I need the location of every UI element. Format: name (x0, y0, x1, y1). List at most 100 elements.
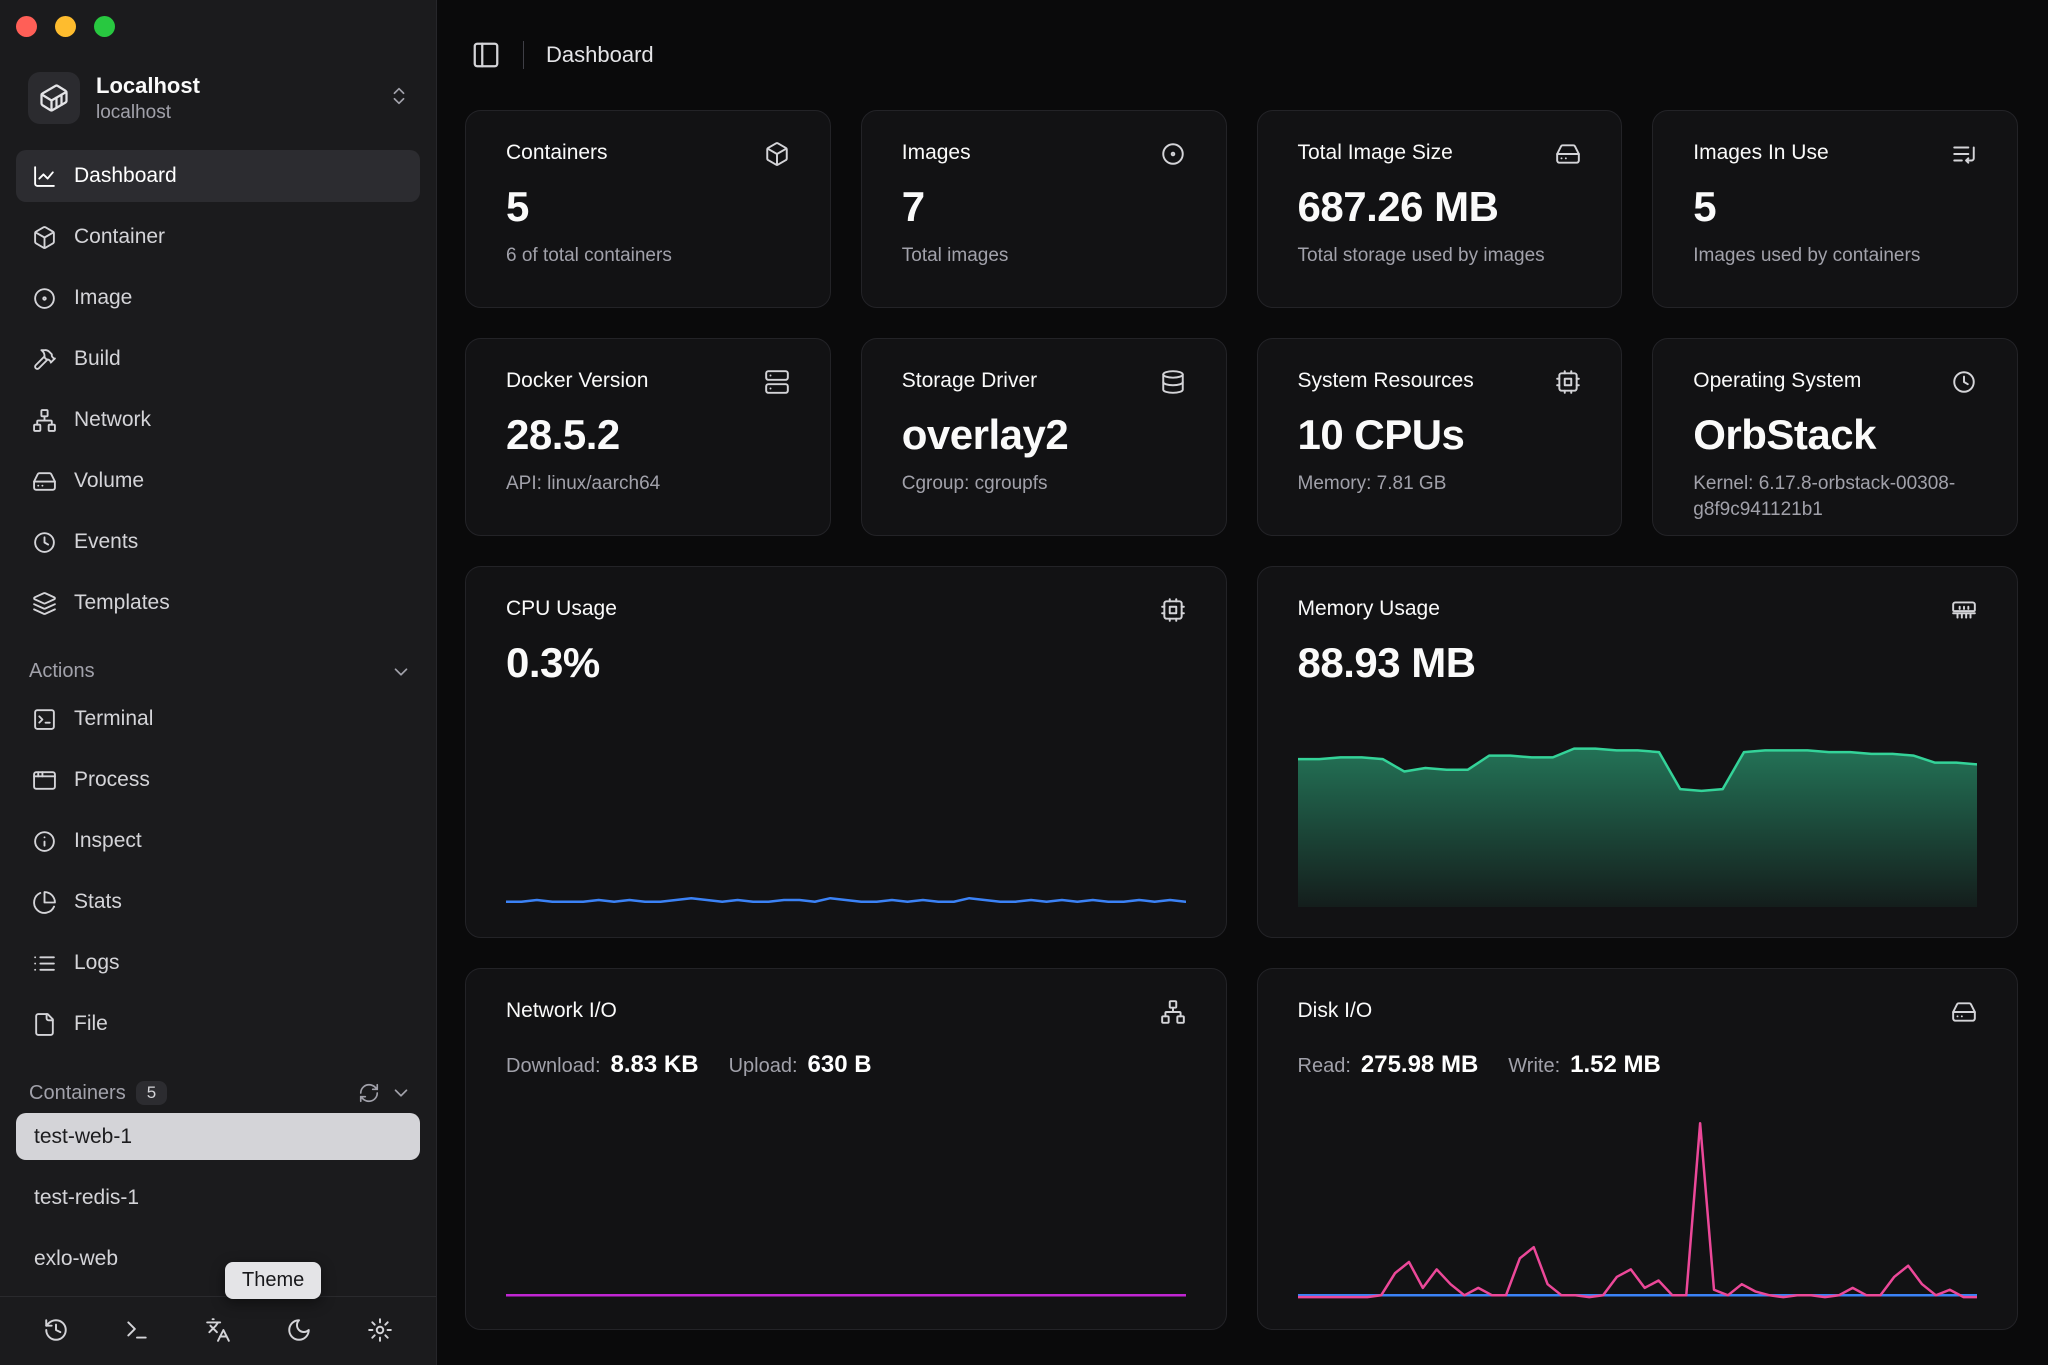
card-title: Storage Driver (902, 369, 1037, 393)
action-item-label: Inspect (74, 829, 142, 853)
main-content: Dashboard Containers 5 6 of total contai… (437, 0, 2048, 1365)
host-name: Localhost (96, 73, 200, 99)
host-selector[interactable]: Localhost localhost (0, 72, 436, 124)
action-item-label: Logs (74, 951, 120, 975)
clock-icon (32, 530, 57, 555)
sidebar-item-volume[interactable]: Volume (16, 455, 420, 507)
action-item-inspect[interactable]: Inspect (16, 815, 420, 867)
network-icon (1160, 999, 1186, 1025)
stat-value: 28.5.2 (506, 411, 790, 459)
memory-stick-icon (1951, 597, 1977, 623)
card-title: Docker Version (506, 369, 648, 393)
network-io-chart (506, 1114, 1186, 1299)
refresh-containers-button[interactable] (358, 1082, 380, 1104)
chevron-down-icon[interactable] (390, 661, 412, 683)
sidebar-item-dashboard[interactable]: Dashboard (16, 150, 420, 202)
theme-tooltip: Theme (225, 1262, 321, 1299)
disc-icon (32, 286, 57, 311)
stat-card-system-resources: System Resources 10 CPUs Memory: 7.81 GB (1257, 338, 1623, 536)
disk-io-chart (1298, 1114, 1978, 1299)
card-title: Images In Use (1693, 141, 1828, 165)
stat-subtitle: Kernel: 6.17.8-orbstack-00308-g8f9c94112… (1693, 471, 1977, 522)
sidebar-item-label: Network (74, 408, 151, 432)
action-item-label: File (74, 1012, 108, 1036)
history-button[interactable] (43, 1317, 69, 1343)
actions-nav: Terminal Process Inspect Stats Logs File (0, 693, 436, 1059)
containers-count-badge: 5 (136, 1081, 167, 1105)
stat-subtitle: Total storage used by images (1298, 243, 1582, 269)
sidebar-item-label: Events (74, 530, 138, 554)
settings-button[interactable] (367, 1317, 393, 1343)
stat-value: 10 CPUs (1298, 411, 1582, 459)
containers-collapse-button[interactable] (390, 1082, 412, 1104)
stat-subtitle: Total images (902, 243, 1186, 269)
terminal-button[interactable] (124, 1317, 150, 1343)
theme-toggle-button[interactable] (286, 1317, 312, 1343)
hard-drive-icon (1555, 141, 1581, 167)
close-window-button[interactable] (16, 16, 37, 37)
terminal-icon (124, 1317, 150, 1343)
panel-left-icon (471, 40, 501, 70)
square-terminal-icon (32, 707, 57, 732)
box-icon (32, 225, 57, 250)
stat-subtitle: Memory: 7.81 GB (1298, 471, 1582, 497)
toggle-sidebar-button[interactable] (471, 40, 501, 70)
action-item-terminal[interactable]: Terminal (16, 693, 420, 745)
sidebar-item-container[interactable]: Container (16, 211, 420, 263)
stat-subtitle: 6 of total containers (506, 243, 790, 269)
stat-value: overlay2 (902, 411, 1186, 459)
stat-card-containers: Containers 5 6 of total containers (465, 110, 831, 308)
io-chart-grid: Network I/O Download: 8.83 KB Upload: 63… (465, 968, 2018, 1330)
hammer-icon (32, 347, 57, 372)
stat-card-images-in-use: Images In Use 5 Images used by container… (1652, 110, 2018, 308)
card-title: Containers (506, 141, 608, 165)
download-value: 8.83 KB (611, 1051, 699, 1079)
stat-value: 5 (1693, 183, 1977, 231)
action-item-label: Process (74, 768, 150, 792)
card-title: Disk I/O (1298, 999, 1373, 1023)
read-label: Read: (1298, 1055, 1351, 1078)
actions-section-header[interactable]: Actions (0, 660, 436, 683)
list-icon (32, 951, 57, 976)
network-icon (32, 408, 57, 433)
sidebar-item-image[interactable]: Image (16, 272, 420, 324)
upload-value: 630 B (808, 1051, 872, 1079)
minimize-window-button[interactable] (55, 16, 76, 37)
container-item-test-redis-1[interactable]: test-redis-1 (16, 1174, 420, 1221)
host-subtitle: localhost (96, 102, 200, 124)
header-divider (523, 41, 524, 69)
container-item-label: test-redis-1 (34, 1186, 139, 1210)
gear-icon (367, 1317, 393, 1343)
page-title: Dashboard (546, 42, 654, 68)
sidebar-item-network[interactable]: Network (16, 394, 420, 446)
hard-drive-icon (32, 469, 57, 494)
refresh-icon (358, 1082, 380, 1104)
stat-subtitle: Images used by containers (1693, 243, 1977, 269)
card-title: Operating System (1693, 369, 1861, 393)
sidebar-item-templates[interactable]: Templates (16, 577, 420, 629)
sidebar-item-events[interactable]: Events (16, 516, 420, 568)
action-item-logs[interactable]: Logs (16, 937, 420, 989)
container-item-exlo-web[interactable]: exlo-web (16, 1235, 420, 1282)
card-title: Images (902, 141, 971, 165)
containers-header-label: Containers (29, 1082, 126, 1105)
language-button[interactable] (205, 1317, 231, 1343)
hard-drive-icon (1951, 999, 1977, 1025)
history-icon (43, 1317, 69, 1343)
stat-value: 687.26 MB (1298, 183, 1582, 231)
dashboard-content: Containers 5 6 of total containers Image… (437, 110, 2048, 1354)
zoom-window-button[interactable] (94, 16, 115, 37)
upload-label: Upload: (729, 1055, 798, 1078)
action-item-process[interactable]: Process (16, 754, 420, 806)
container-item-test-web-1[interactable]: test-web-1 (16, 1113, 420, 1160)
action-item-file[interactable]: File (16, 998, 420, 1050)
card-title: CPU Usage (506, 597, 617, 621)
main-header: Dashboard (437, 0, 2048, 110)
read-value: 275.98 MB (1361, 1051, 1478, 1079)
clock-icon (1951, 369, 1977, 395)
sidebar-item-build[interactable]: Build (16, 333, 420, 385)
stat-value: OrbStack (1693, 411, 1977, 459)
network-io-card: Network I/O Download: 8.83 KB Upload: 63… (465, 968, 1227, 1330)
action-item-stats[interactable]: Stats (16, 876, 420, 928)
memory-usage-chart (1298, 731, 1978, 907)
